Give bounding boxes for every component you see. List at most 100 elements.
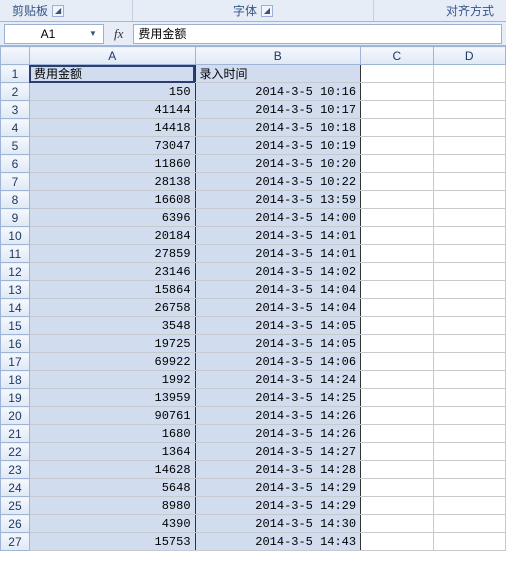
header-cell-time[interactable]: 录入时间 [195, 65, 361, 83]
col-header-B[interactable]: B [195, 47, 361, 65]
cell-time[interactable]: 2014-3-5 10:22 [195, 173, 361, 191]
cell-time[interactable]: 2014-3-5 14:43 [195, 533, 361, 551]
cell-empty[interactable] [433, 155, 505, 173]
cell-time[interactable]: 2014-3-5 14:27 [195, 443, 361, 461]
cell-empty[interactable] [361, 191, 433, 209]
row-header[interactable]: 16 [1, 335, 30, 353]
cell-empty[interactable] [433, 191, 505, 209]
cell-time[interactable]: 2014-3-5 14:02 [195, 263, 361, 281]
cell-amount[interactable]: 13959 [29, 389, 195, 407]
cell-amount[interactable]: 19725 [29, 335, 195, 353]
cell-time[interactable]: 2014-3-5 14:30 [195, 515, 361, 533]
row-header[interactable]: 17 [1, 353, 30, 371]
cell-empty[interactable] [361, 515, 433, 533]
cell-amount[interactable]: 41144 [29, 101, 195, 119]
cell-empty[interactable] [433, 83, 505, 101]
cell-empty[interactable] [433, 317, 505, 335]
cell-empty[interactable] [361, 299, 433, 317]
cell-amount[interactable]: 90761 [29, 407, 195, 425]
cell-empty[interactable] [433, 65, 505, 83]
row-header[interactable]: 18 [1, 371, 30, 389]
cell-empty[interactable] [361, 371, 433, 389]
row-header[interactable]: 12 [1, 263, 30, 281]
cell-time[interactable]: 2014-3-5 10:16 [195, 83, 361, 101]
cell-empty[interactable] [433, 407, 505, 425]
cell-time[interactable]: 2014-3-5 14:05 [195, 335, 361, 353]
cell-amount[interactable]: 23146 [29, 263, 195, 281]
cell-time[interactable]: 2014-3-5 14:26 [195, 407, 361, 425]
row-header[interactable]: 6 [1, 155, 30, 173]
cell-amount[interactable]: 26758 [29, 299, 195, 317]
row-header[interactable]: 25 [1, 497, 30, 515]
cell-empty[interactable] [433, 263, 505, 281]
cell-amount[interactable]: 1992 [29, 371, 195, 389]
cell-time[interactable]: 2014-3-5 14:01 [195, 227, 361, 245]
cell-amount[interactable]: 3548 [29, 317, 195, 335]
col-header-A[interactable]: A [29, 47, 195, 65]
cell-empty[interactable] [361, 407, 433, 425]
cell-empty[interactable] [361, 461, 433, 479]
cell-amount[interactable]: 1680 [29, 425, 195, 443]
cell-time[interactable]: 2014-3-5 13:59 [195, 191, 361, 209]
cell-empty[interactable] [361, 317, 433, 335]
cell-amount[interactable]: 8980 [29, 497, 195, 515]
cell-time[interactable]: 2014-3-5 14:00 [195, 209, 361, 227]
cell-time[interactable]: 2014-3-5 14:04 [195, 281, 361, 299]
cell-empty[interactable] [433, 281, 505, 299]
cell-amount[interactable]: 11860 [29, 155, 195, 173]
cell-empty[interactable] [361, 425, 433, 443]
select-all-corner[interactable] [1, 47, 30, 65]
cell-empty[interactable] [361, 83, 433, 101]
chevron-down-icon[interactable]: ▼ [87, 26, 99, 42]
row-header[interactable]: 14 [1, 299, 30, 317]
row-header[interactable]: 23 [1, 461, 30, 479]
cell-time[interactable]: 2014-3-5 14:28 [195, 461, 361, 479]
cell-empty[interactable] [433, 173, 505, 191]
row-header[interactable]: 21 [1, 425, 30, 443]
cell-empty[interactable] [433, 515, 505, 533]
cell-empty[interactable] [433, 389, 505, 407]
row-header[interactable]: 10 [1, 227, 30, 245]
cell-empty[interactable] [433, 245, 505, 263]
cell-empty[interactable] [361, 119, 433, 137]
col-header-C[interactable]: C [361, 47, 433, 65]
cell-time[interactable]: 2014-3-5 10:18 [195, 119, 361, 137]
cell-empty[interactable] [433, 101, 505, 119]
cell-empty[interactable] [433, 425, 505, 443]
cell-amount[interactable]: 69922 [29, 353, 195, 371]
cell-time[interactable]: 2014-3-5 10:17 [195, 101, 361, 119]
row-header[interactable]: 8 [1, 191, 30, 209]
cell-empty[interactable] [361, 281, 433, 299]
cell-amount[interactable]: 14418 [29, 119, 195, 137]
cell-empty[interactable] [361, 335, 433, 353]
cell-empty[interactable] [433, 479, 505, 497]
cell-empty[interactable] [361, 533, 433, 551]
cell-amount[interactable]: 15864 [29, 281, 195, 299]
formula-input[interactable]: 费用金额 [133, 24, 502, 44]
row-header[interactable]: 13 [1, 281, 30, 299]
cell-empty[interactable] [433, 533, 505, 551]
cell-time[interactable]: 2014-3-5 14:24 [195, 371, 361, 389]
cell-empty[interactable] [361, 389, 433, 407]
cell-amount[interactable]: 6396 [29, 209, 195, 227]
cell-empty[interactable] [361, 137, 433, 155]
row-header[interactable]: 4 [1, 119, 30, 137]
cell-time[interactable]: 2014-3-5 14:25 [195, 389, 361, 407]
row-header[interactable]: 24 [1, 479, 30, 497]
cell-amount[interactable]: 5648 [29, 479, 195, 497]
cell-empty[interactable] [433, 443, 505, 461]
cell-empty[interactable] [361, 173, 433, 191]
row-header[interactable]: 3 [1, 101, 30, 119]
row-header[interactable]: 2 [1, 83, 30, 101]
cell-time[interactable]: 2014-3-5 14:01 [195, 245, 361, 263]
cell-amount[interactable]: 16608 [29, 191, 195, 209]
col-header-D[interactable]: D [433, 47, 505, 65]
row-header[interactable]: 9 [1, 209, 30, 227]
cell-empty[interactable] [433, 353, 505, 371]
cell-empty[interactable] [361, 227, 433, 245]
row-header[interactable]: 26 [1, 515, 30, 533]
cell-empty[interactable] [361, 245, 433, 263]
row-header[interactable]: 27 [1, 533, 30, 551]
dialog-launcher-icon[interactable]: ◢ [52, 5, 64, 17]
cell-time[interactable]: 2014-3-5 14:26 [195, 425, 361, 443]
